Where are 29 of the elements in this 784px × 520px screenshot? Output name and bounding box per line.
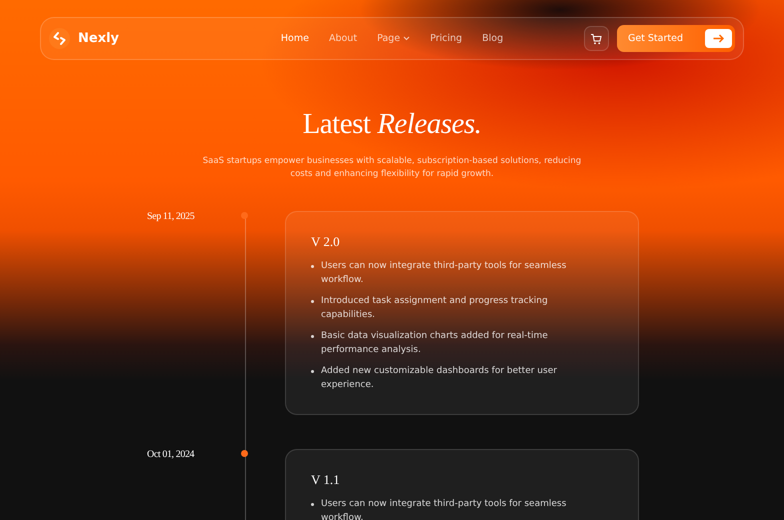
nav-link[interactable]: About: [320, 29, 366, 48]
cart-button[interactable]: [584, 26, 609, 51]
release-date: Oct 01, 2024: [147, 449, 194, 460]
timeline-dot: [241, 212, 248, 219]
nav-link[interactable]: Pricing: [422, 29, 470, 48]
release-note: Added new customizable dashboards for better user experience.: [321, 365, 558, 392]
release-date: Sep 11, 2025: [147, 211, 194, 222]
version-title: V 2.0: [311, 234, 341, 250]
version-title: V 1.1: [311, 472, 341, 488]
get-started-button[interactable]: Get Started: [616, 25, 735, 52]
bullet-icon: [311, 370, 314, 373]
timeline-dot: [241, 450, 248, 457]
release-note: Introduced task assignment and progress tracking capabilities.: [321, 295, 549, 322]
cart-icon: [590, 32, 602, 44]
subtitle: SaaS startups empower businesses with scalable, subscription-based solutions, reducing costs and enhancing flexibility for rapid growth.: [202, 155, 582, 181]
nav-link[interactable]: Page: [369, 29, 418, 48]
release-note: Users can now integrate third-party tools for seamless workflow.: [321, 260, 568, 287]
bullet-icon: [311, 265, 314, 268]
nav-link[interactable]: Home: [272, 29, 317, 48]
page-title: Latest Releases.: [302, 108, 482, 141]
bullet-icon: [311, 503, 314, 506]
nav-link[interactable]: Blog: [474, 29, 512, 48]
brand-name: Nexly: [78, 31, 120, 46]
bullet-icon: [311, 300, 314, 303]
arrow-right-icon: [713, 34, 724, 43]
release-note: Basic data visualization charts added for real-time performance analysis.: [321, 330, 549, 357]
logo-icon[interactable]: [49, 28, 70, 49]
bullet-icon: [311, 335, 314, 338]
release-note: Users can now integrate third-party tools for seamless workflow.: [321, 498, 568, 520]
